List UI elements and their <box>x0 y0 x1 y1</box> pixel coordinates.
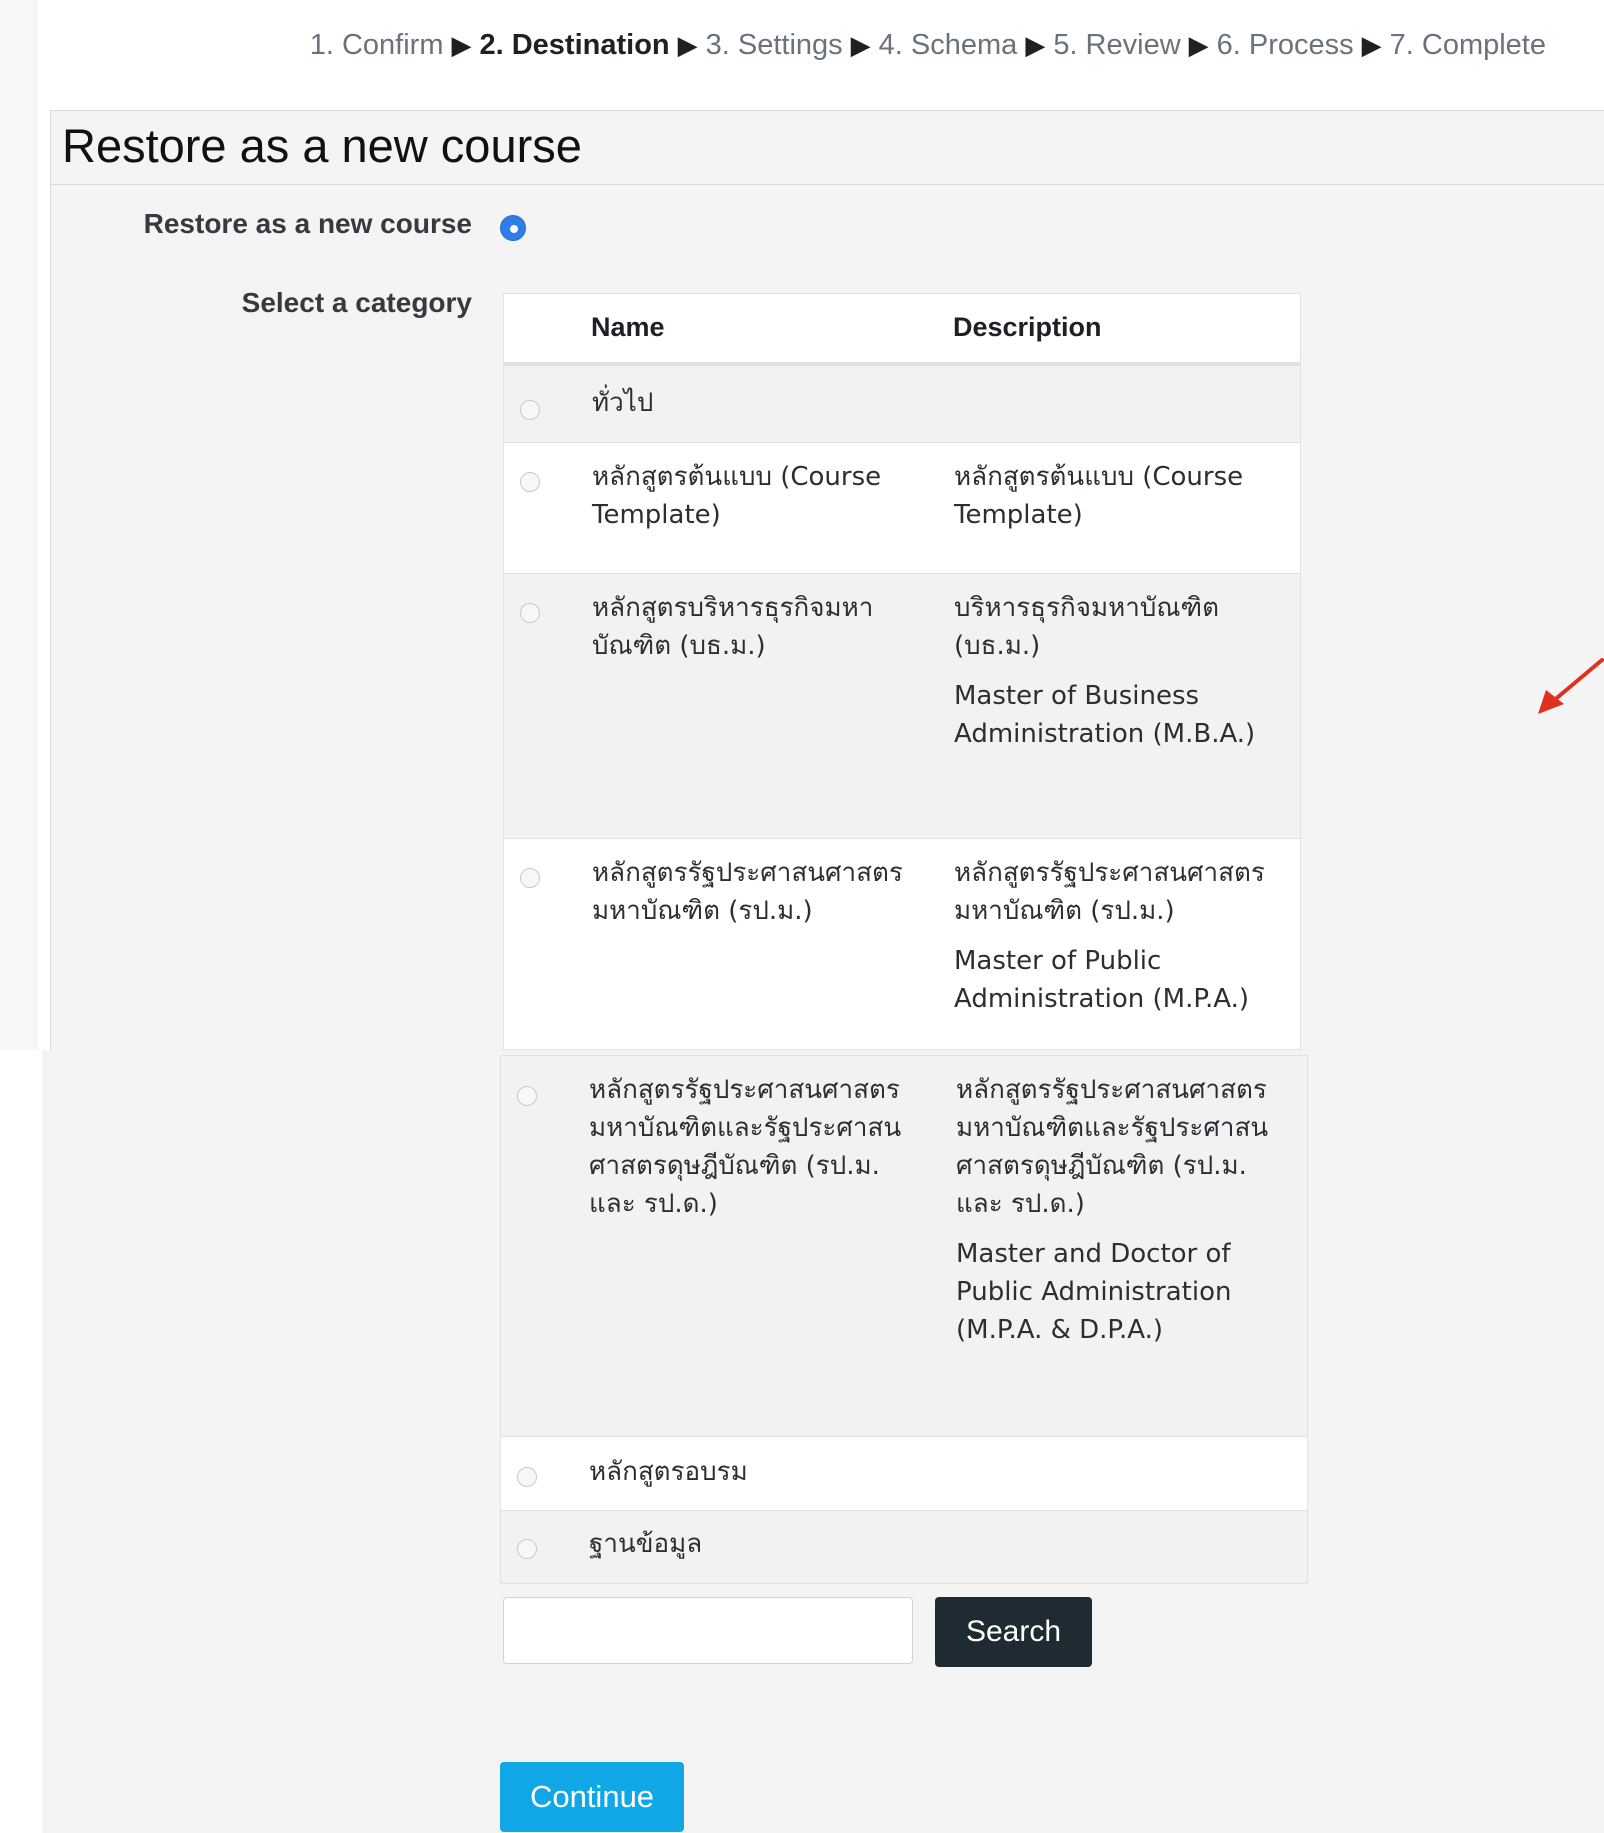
column-header-name: Name <box>591 312 665 342</box>
category-row[interactable]: หลักสูตรรัฐประศาสนศาสตรมหาบัณฑิต (รป.ม.)… <box>503 839 1301 1050</box>
category-radio[interactable] <box>520 400 540 420</box>
category-description: หลักสูตรรัฐประศาสนศาสตรมหาบัณฑิตและรัฐปร… <box>956 1071 1296 1349</box>
category-description: หลักสูตรรัฐประศาสนศาสตรมหาบัณฑิต (รป.ม.)… <box>954 854 1294 1018</box>
category-description: หลักสูตรต้นแบบ (Course Template) <box>954 458 1294 534</box>
search-button[interactable]: Search <box>935 1597 1092 1667</box>
category-table-header: Name Description <box>503 293 1301 366</box>
category-radio[interactable] <box>520 472 540 492</box>
step-separator-icon: ▶ <box>850 29 871 60</box>
category-description-th: หลักสูตรต้นแบบ (Course Template) <box>954 462 1244 530</box>
category-name: ฐานข้อมูล <box>589 1529 703 1559</box>
step-separator-icon: ▶ <box>451 29 472 60</box>
restore-new-course-radio[interactable] <box>500 215 526 241</box>
category-radio[interactable] <box>517 1539 537 1559</box>
category-description-en: Master and Doctor of Public Administrati… <box>956 1239 1232 1345</box>
step-settings: 3. Settings <box>705 28 843 61</box>
step-destination: 2. Destination <box>479 28 670 61</box>
select-category-label: Select a category <box>241 287 472 318</box>
step-process: 6. Process <box>1216 28 1354 61</box>
category-description-th: บริหารธุรกิจมหาบัณฑิต (บธ.ม.) <box>954 593 1219 661</box>
step-separator-icon: ▶ <box>1361 29 1382 60</box>
restore-new-course-label: Restore as a new course <box>143 208 472 239</box>
category-row[interactable]: ฐานข้อมูล <box>500 1511 1308 1584</box>
step-review: 5. Review <box>1053 28 1181 61</box>
category-row[interactable]: หลักสูตรอบรม <box>500 1437 1308 1511</box>
step-complete: 7. Complete <box>1389 28 1546 61</box>
column-header-description: Description <box>953 312 1102 342</box>
annotation-arrow-icon <box>1538 658 1604 714</box>
step-separator-icon: ▶ <box>1025 29 1046 60</box>
step-separator-icon: ▶ <box>677 29 698 60</box>
category-description-en: Master of Public Administration (M.P.A.) <box>954 946 1249 1014</box>
step-schema: 4. Schema <box>878 28 1018 61</box>
category-radio[interactable] <box>520 603 540 623</box>
category-name: หลักสูตรอบรม <box>589 1457 748 1487</box>
category-row[interactable]: ทั่วไป <box>503 366 1301 443</box>
continue-button[interactable]: Continue <box>500 1762 684 1832</box>
category-search-input[interactable] <box>503 1597 913 1664</box>
section-legend: Restore as a new course <box>62 119 582 172</box>
category-row[interactable]: หลักสูตรบริหารธุรกิจมหาบัณฑิต (บธ.ม.) บร… <box>503 574 1301 839</box>
category-description: บริหารธุรกิจมหาบัณฑิต (บธ.ม.) Master of … <box>954 589 1294 753</box>
category-radio[interactable] <box>517 1467 537 1487</box>
left-margin-strip-lower <box>0 1050 42 1833</box>
left-margin-strip <box>0 0 38 1050</box>
category-name: หลักสูตรต้นแบบ (Course Template) <box>592 462 882 530</box>
category-description-th: หลักสูตรรัฐประศาสนศาสตรมหาบัณฑิต (รป.ม.) <box>954 858 1265 926</box>
category-name: ทั่วไป <box>592 388 654 418</box>
step-separator-icon: ▶ <box>1188 29 1209 60</box>
category-name: หลักสูตรรัฐประศาสนศาสตรมหาบัณฑิต (รป.ม.) <box>592 858 903 926</box>
category-description-th: หลักสูตรรัฐประศาสนศาสตรมหาบัณฑิตและรัฐปร… <box>956 1075 1269 1219</box>
category-name: หลักสูตรบริหารธุรกิจมหาบัณฑิต (บธ.ม.) <box>592 593 874 661</box>
category-row[interactable]: หลักสูตรรัฐประศาสนศาสตรมหาบัณฑิตและรัฐปร… <box>500 1055 1308 1437</box>
category-radio[interactable] <box>520 868 540 888</box>
category-row[interactable]: หลักสูตรต้นแบบ (Course Template) หลักสูต… <box>503 443 1301 574</box>
step-confirm: 1. Confirm <box>309 28 444 61</box>
restore-stepper: 1. Confirm ▶ 2. Destination ▶ 3. Setting… <box>0 20 1546 70</box>
category-name: หลักสูตรรัฐประศาสนศาสตรมหาบัณฑิตและรัฐปร… <box>589 1075 902 1219</box>
category-radio[interactable] <box>517 1086 537 1106</box>
category-description-en: Master of Business Administration (M.B.A… <box>954 681 1256 749</box>
